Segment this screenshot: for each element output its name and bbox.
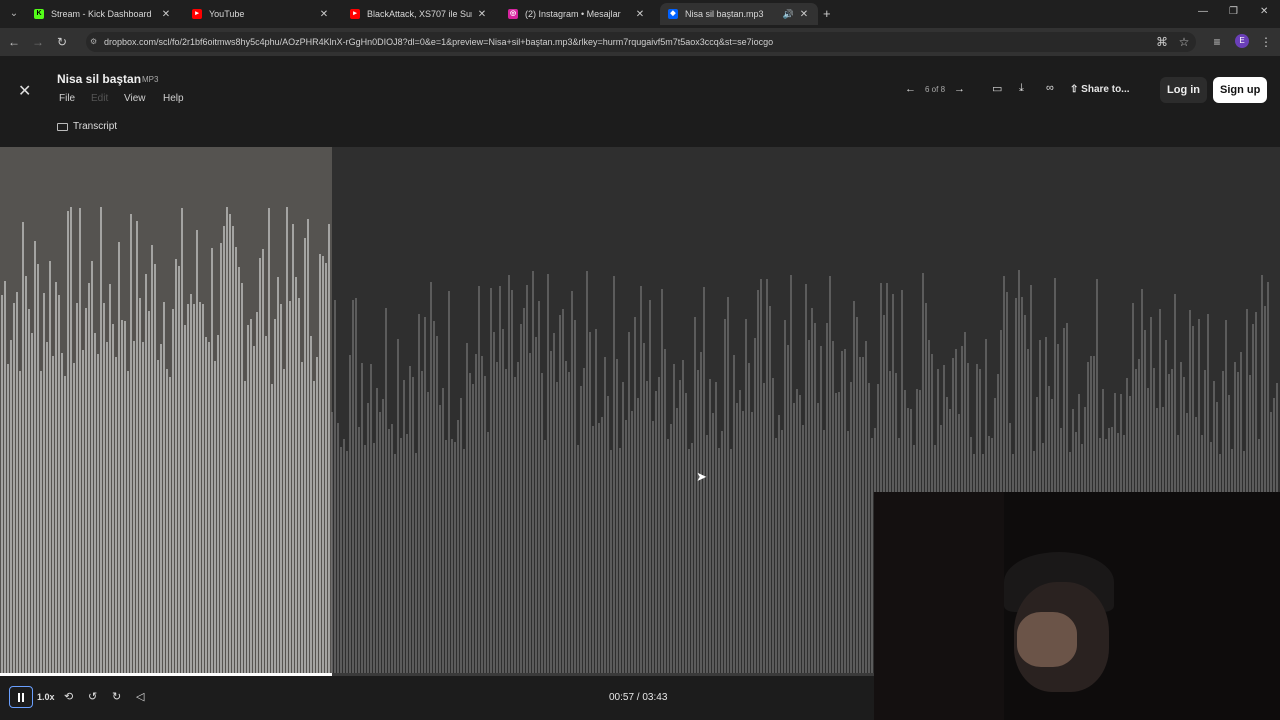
close-tab-icon[interactable]: ✕ [634, 9, 646, 20]
menu-edit[interactable]: Edit [91, 93, 108, 104]
close-tab-icon[interactable]: ✕ [476, 9, 488, 20]
browser-navbar: ← → ↻ ⚙ dropbox.com/scl/fo/2r1bf6oitmws8… [0, 28, 1280, 56]
share-icon: ⇧ [1070, 84, 1079, 95]
file-title: Nisa sil baştan [57, 72, 142, 86]
pause-icon [18, 692, 20, 702]
forward-icon[interactable]: → [30, 34, 46, 50]
loop-icon[interactable]: ⟲ [64, 690, 73, 703]
mouse-pointer-icon: ➤ [696, 469, 707, 484]
kebab-menu-icon[interactable]: ⋮ [1258, 34, 1274, 50]
tab-search-icon[interactable]: ⌄ [6, 6, 22, 22]
speaker-icon[interactable]: 🔊 [783, 9, 794, 20]
transcript-icon [57, 122, 68, 131]
address-bar[interactable]: ⚙ dropbox.com/scl/fo/2r1bf6oitmws8hy5c4p… [86, 32, 1196, 52]
menu-help[interactable]: Help [163, 93, 184, 104]
new-tab-icon[interactable]: + [823, 6, 831, 21]
file-type-badge: MP3 [142, 75, 159, 84]
playback-time: 00:57 / 03:43 [609, 692, 668, 703]
close-tab-icon[interactable]: ✕ [318, 9, 330, 20]
close-window-icon[interactable]: ✕ [1260, 6, 1268, 17]
translate-icon[interactable]: ⌘ [1154, 34, 1170, 50]
tab-blackattack[interactable]: ▸ BlackAttack, XS707 ile Sunucu ✕ [342, 3, 496, 25]
reload-icon[interactable]: ↻ [54, 34, 70, 50]
close-tab-icon[interactable]: ✕ [160, 9, 172, 20]
back-icon[interactable]: ← [6, 34, 22, 50]
menu-view[interactable]: View [124, 93, 146, 104]
youtube-icon: ▸ [192, 9, 202, 19]
next-file-icon[interactable]: → [954, 83, 965, 95]
speed-button[interactable]: 1.0x [37, 692, 55, 702]
forward-10-icon[interactable]: ↻ [112, 690, 121, 703]
tab-youtube[interactable]: ▸ YouTube ✕ [184, 3, 338, 25]
file-pager: ← 6 of 8 → [905, 83, 965, 95]
transcript-button[interactable]: Transcript [57, 121, 117, 132]
minimize-icon[interactable]: — [1198, 6, 1208, 17]
browser-tab-strip: ⌄ K Stream - Kick Dashboard ✕ ▸ YouTube … [0, 0, 1280, 28]
signup-button[interactable]: Sign up [1213, 77, 1268, 103]
restore-icon[interactable]: ❐ [1229, 6, 1238, 17]
pause-button[interactable] [9, 686, 33, 708]
bookmark-star-icon[interactable]: ☆ [1176, 34, 1192, 50]
youtube-icon: ▸ [350, 9, 360, 19]
instagram-icon: ◎ [508, 9, 518, 19]
login-button[interactable]: Log in [1160, 77, 1207, 103]
site-info-icon[interactable]: ⚙ [90, 37, 100, 47]
tab-instagram[interactable]: ◎ (2) Instagram • Mesajlar ✕ [500, 3, 654, 25]
share-label: Share to... [1081, 84, 1130, 95]
transcript-label: Transcript [73, 121, 118, 132]
menu-file[interactable]: File [59, 93, 75, 104]
profile-avatar[interactable]: E [1235, 34, 1249, 48]
volume-icon[interactable]: ◁ [136, 690, 144, 703]
previous-file-icon[interactable]: ← [905, 83, 916, 95]
comment-icon[interactable]: ▭ [992, 82, 1002, 95]
pager-count: 6 of 8 [925, 84, 946, 94]
dropbox-icon: ◆ [668, 9, 678, 19]
player-controls: 1.0x ⟲ ↺ ↻ ◁ 00:57 / 03:43 [0, 676, 874, 720]
kick-icon: K [34, 9, 44, 19]
tab-kick-dashboard[interactable]: K Stream - Kick Dashboard ✕ [26, 3, 180, 25]
close-tab-icon[interactable]: ✕ [798, 9, 810, 20]
close-preview-icon[interactable]: ✕ [18, 81, 31, 101]
media-control-icon[interactable]: ≡ [1209, 34, 1225, 50]
share-button[interactable]: ⇧ Share to... [1070, 84, 1130, 95]
webcam-overlay [874, 492, 1280, 720]
tab-dropbox-active[interactable]: ◆ Nisa sil baştan.mp3 🔊 ✕ [660, 3, 818, 25]
copy-link-icon[interactable]: ∞ [1046, 82, 1054, 94]
url-text: dropbox.com/scl/fo/2r1bf6oitmws8hy5c4phu… [104, 37, 774, 47]
rewind-10-icon[interactable]: ↺ [88, 690, 97, 703]
download-icon[interactable]: ⤓ [1019, 82, 1024, 95]
